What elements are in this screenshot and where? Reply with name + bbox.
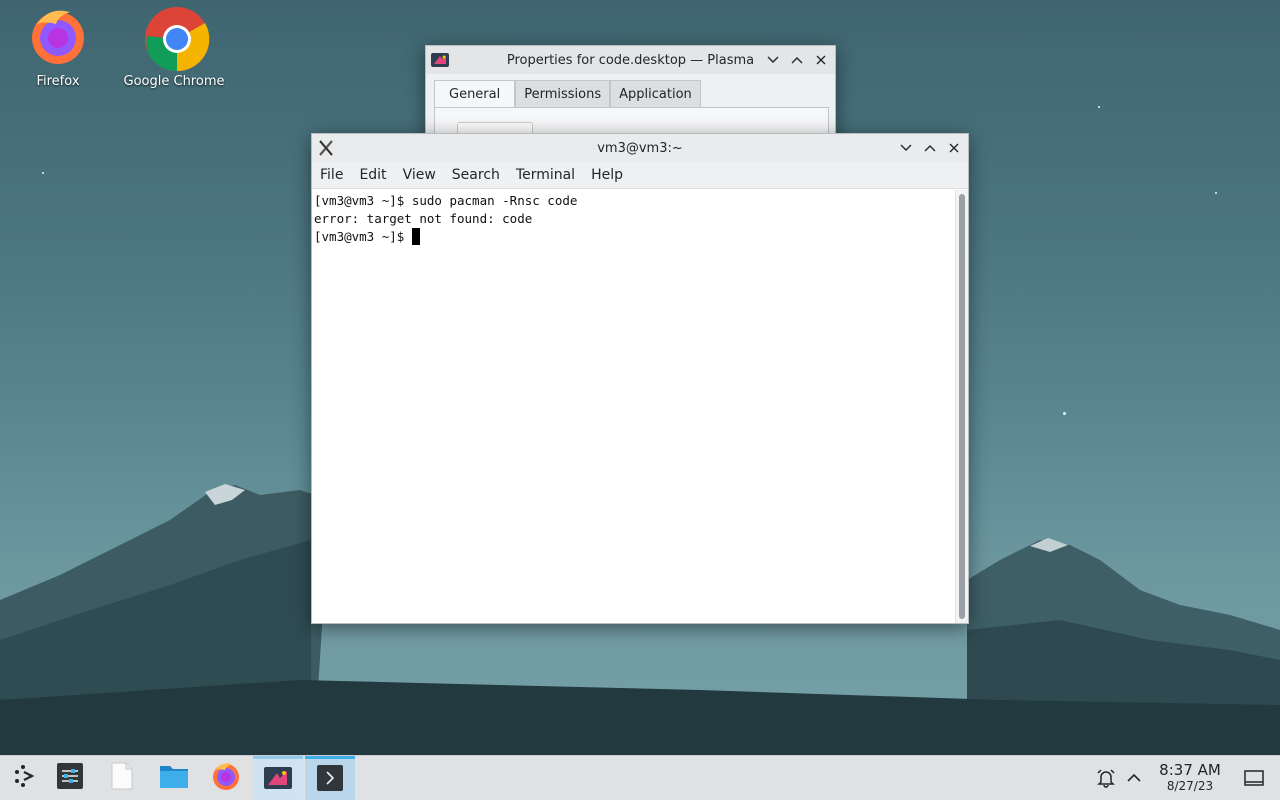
terminal-title: vm3@vm3:~ xyxy=(597,140,683,156)
chrome-icon xyxy=(144,6,210,72)
tab-permissions[interactable]: Permissions xyxy=(515,80,611,107)
application-launcher[interactable] xyxy=(0,756,50,800)
properties-titlebar[interactable]: Properties for code.desktop — Plasma xyxy=(426,46,835,74)
desktop-icon-label: Firefox xyxy=(36,74,80,89)
desktop-icon-label: Google Chrome xyxy=(123,74,225,89)
maximize-button[interactable] xyxy=(787,50,807,70)
clock-time: 8:37 AM xyxy=(1159,761,1221,779)
text-editor-icon xyxy=(110,762,134,794)
file-manager-icon xyxy=(159,763,189,793)
tab-general[interactable]: General xyxy=(434,80,516,107)
close-button[interactable] xyxy=(811,50,831,70)
notifications-icon[interactable] xyxy=(1094,766,1118,790)
task-file-manager[interactable] xyxy=(149,756,199,800)
terminal-prompt-line: [vm3@vm3 ~]$ xyxy=(314,228,956,246)
tab-application[interactable]: Application xyxy=(610,80,701,107)
terminal-scrollbar[interactable] xyxy=(955,190,968,623)
minimize-button[interactable] xyxy=(896,138,916,158)
task-system-settings[interactable] xyxy=(45,756,95,800)
maximize-button[interactable] xyxy=(920,138,940,158)
properties-dialog-icon xyxy=(263,764,293,796)
properties-dialog-icon xyxy=(430,50,450,70)
menu-view[interactable]: View xyxy=(395,167,444,183)
terminal-icon xyxy=(316,764,344,796)
clock[interactable]: 8:37 AM 8/27/23 xyxy=(1150,761,1230,794)
terminal-output[interactable]: [vm3@vm3 ~]$ sudo pacman -Rnsc code erro… xyxy=(312,190,956,623)
firefox-icon xyxy=(211,761,241,795)
terminal-titlebar[interactable]: vm3@vm3:~ xyxy=(312,134,968,162)
menu-edit[interactable]: Edit xyxy=(351,167,394,183)
text-cursor xyxy=(411,228,420,245)
application-launcher-icon xyxy=(12,763,38,793)
task-properties-dialog[interactable] xyxy=(253,756,303,800)
system-settings-icon xyxy=(56,762,84,794)
taskbar: 8:37 AM 8/27/23 xyxy=(0,755,1280,800)
clock-date: 8/27/23 xyxy=(1166,779,1214,793)
show-desktop-icon[interactable] xyxy=(1242,766,1266,790)
menu-search[interactable]: Search xyxy=(444,167,508,183)
terminal-line: error: target not found: code xyxy=(314,211,533,226)
desktop-icon-firefox[interactable]: Firefox xyxy=(3,6,113,89)
menu-file[interactable]: File xyxy=(312,167,351,183)
menu-terminal[interactable]: Terminal xyxy=(508,167,583,183)
terminal-menubar: File Edit View Search Terminal Help xyxy=(312,162,968,189)
tray-expand-icon[interactable] xyxy=(1122,766,1146,790)
x11-app-icon xyxy=(316,138,336,158)
firefox-icon xyxy=(28,6,88,66)
close-button[interactable] xyxy=(944,138,964,158)
task-text-editor[interactable] xyxy=(97,756,147,800)
scrollbar-thumb[interactable] xyxy=(959,194,965,619)
terminal-window[interactable]: vm3@vm3:~ File Edit View Search Terminal… xyxy=(311,133,969,624)
terminal-prompt: [vm3@vm3 ~]$ xyxy=(314,229,412,244)
menu-help[interactable]: Help xyxy=(583,167,631,183)
task-firefox[interactable] xyxy=(201,756,251,800)
terminal-line: [vm3@vm3 ~]$ sudo pacman -Rnsc code xyxy=(314,193,578,208)
minimize-button[interactable] xyxy=(763,50,783,70)
task-terminal[interactable] xyxy=(305,756,355,800)
desktop-icon-chrome[interactable]: Google Chrome xyxy=(119,6,229,89)
